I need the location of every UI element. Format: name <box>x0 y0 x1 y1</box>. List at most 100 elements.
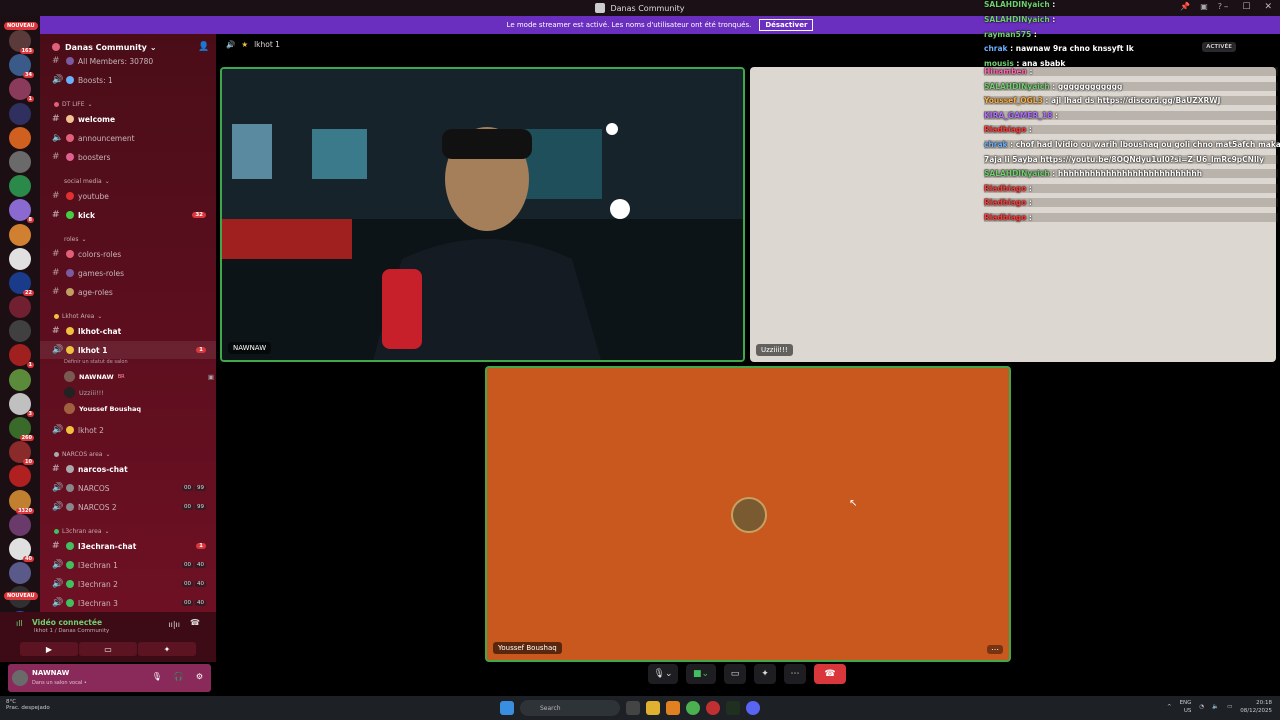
category-dt-life[interactable]: DT LIFE ⌄ <box>54 101 93 108</box>
server-icon[interactable] <box>9 465 31 488</box>
screen-share-button[interactable]: ▭ <box>724 664 746 684</box>
voice-member[interactable]: NAWNAW BR ▣ <box>64 371 214 382</box>
server-icon[interactable]: 10 <box>9 441 34 466</box>
star-icon: ★ <box>241 40 249 49</box>
server-icon[interactable] <box>9 223 31 246</box>
server-icon[interactable]: 3 <box>9 392 34 417</box>
server-icon[interactable]: 1 <box>9 78 34 103</box>
gear-icon[interactable]: ⚙ <box>196 672 203 681</box>
video-tile-youssef[interactable]: ↖ Youssef Boushaq ⋯ <box>485 366 1011 662</box>
category-roles[interactable]: roles ⌄ <box>64 236 87 243</box>
category-lkhot-area[interactable]: Lkhot Area ⌄ <box>54 313 102 320</box>
channel-announcement[interactable]: 🔈 announcement <box>40 129 216 147</box>
channel-games-roles[interactable]: # games-roles <box>40 264 216 282</box>
server-icon[interactable]: 163 <box>9 30 34 54</box>
more-button[interactable]: ⋯ <box>784 664 806 684</box>
pin-icon[interactable]: 📌 <box>1180 2 1190 11</box>
channel-narcos[interactable]: 🔊 NARCOS 00 99 <box>40 479 216 497</box>
category-narcos[interactable]: NARCOS area ⌄ <box>54 451 111 458</box>
channel-l3echran-3[interactable]: 🔊 l3echran 3 00 40 <box>40 594 216 612</box>
inbox-icon[interactable]: ▣ <box>1200 2 1208 11</box>
battery-icon[interactable]: ▭ <box>1227 704 1232 710</box>
channel-narcos-chat[interactable]: # narcos-chat <box>40 460 216 478</box>
chevron-up-icon[interactable]: ^ <box>1167 704 1172 710</box>
taskbar-search[interactable]: Search <box>520 700 620 716</box>
activities-button[interactable]: ✦ <box>754 664 776 684</box>
server-icon[interactable] <box>9 320 31 343</box>
discord-icon[interactable] <box>746 701 760 715</box>
activities-button[interactable]: ✦ <box>138 642 196 656</box>
invite-icon[interactable]: 👤 <box>198 42 209 52</box>
server-icon[interactable]: 3320 <box>9 489 34 514</box>
category-l3chran[interactable]: L3chran area ⌄ <box>54 528 110 535</box>
camera-button[interactable]: ▶ <box>20 642 78 656</box>
channel-age-roles[interactable]: # age-roles <box>40 283 216 301</box>
server-icon[interactable]: 34 <box>9 54 34 79</box>
browser-icon[interactable] <box>706 701 720 715</box>
channel-l3echran-2[interactable]: 🔊 l3echran 2 00 40 <box>40 575 216 593</box>
video-tile-nawnaw[interactable]: NAWNAW <box>220 67 745 362</box>
category-social-media[interactable]: social media ⌄ <box>64 178 110 185</box>
server-icon[interactable] <box>9 150 31 173</box>
terminal-icon[interactable] <box>726 701 740 715</box>
disable-streamer-button[interactable]: Désactiver <box>759 19 814 31</box>
set-channel-status[interactable]: Définir un statut de salon <box>64 359 128 365</box>
mention-badge: 1 <box>26 96 34 103</box>
disconnect-icon[interactable]: ☎ <box>190 618 200 627</box>
server-icon[interactable]: 1 <box>9 344 34 369</box>
server-icon[interactable]: 40 <box>9 537 34 562</box>
server-icon[interactable] <box>9 175 31 198</box>
voice-member[interactable]: Uzziii!!! <box>64 387 214 398</box>
channel-boosters[interactable]: # boosters <box>40 148 216 166</box>
clock[interactable]: 20:18 08/12/2025 <box>1240 699 1272 715</box>
channel-all-members[interactable]: # All Members: 30780 <box>40 52 216 70</box>
voice-channel-path[interactable]: lkhot 1 / Danas Community <box>34 628 109 634</box>
server-icon[interactable] <box>9 102 31 125</box>
mention-badge: 260 <box>19 435 34 441</box>
channel-kick[interactable]: # kick 32 <box>40 206 216 224</box>
wifi-icon[interactable]: ◔ <box>1199 704 1204 710</box>
channel-narcos-2[interactable]: 🔊 NARCOS 2 00 99 <box>40 498 216 516</box>
microphone-button[interactable]: 🎙⌄ <box>648 664 678 684</box>
chat-text: : nawnaw 9ra chno knssyft lk <box>1007 44 1134 54</box>
app-icon[interactable] <box>666 701 680 715</box>
voice-member[interactable]: Youssef Boushaq <box>64 403 214 414</box>
server-icon[interactable] <box>9 126 31 149</box>
server-icon[interactable] <box>9 562 31 585</box>
language-indicator[interactable]: ENG US <box>1180 699 1192 715</box>
header-toolbar: 📌 ▣ ? <box>1180 2 1222 11</box>
chrome-icon[interactable] <box>686 701 700 715</box>
channel-lkhot-2[interactable]: 🔊 lkhot 2 <box>40 421 216 439</box>
camera-button[interactable]: ■⌄ <box>686 664 716 684</box>
channel-l3echran-chat[interactable]: # l3echran-chat 1 <box>40 537 216 555</box>
channel-lkhot-chat[interactable]: # lkhot-chat <box>40 322 216 340</box>
help-icon[interactable]: ? <box>1218 2 1222 11</box>
volume-icon[interactable]: 🔈 <box>1212 704 1219 710</box>
signal-icon[interactable]: ıll <box>16 619 23 628</box>
headphones-icon[interactable]: 🎧 <box>174 672 184 681</box>
server-icon[interactable]: 260 <box>9 417 34 441</box>
server-icon[interactable] <box>9 296 31 319</box>
weather-widget[interactable]: 8°C Prac. despejado <box>6 699 50 711</box>
file-explorer-icon[interactable] <box>646 701 660 715</box>
channel-l3echran-1[interactable]: 🔊 l3echran 1 00 40 <box>40 556 216 574</box>
noise-icon[interactable]: ıı|ıı <box>168 620 180 629</box>
hangup-button[interactable]: ☎ <box>814 664 846 684</box>
avatar[interactable] <box>12 670 28 686</box>
channel-lkhot-1[interactable]: 🔊 lkhot 11 <box>40 341 216 359</box>
screen-share-button[interactable]: ▭ <box>79 642 137 656</box>
server-icon[interactable]: 8 <box>9 199 34 224</box>
server-icon[interactable] <box>9 247 31 270</box>
channel-welcome[interactable]: # welcome <box>40 110 216 128</box>
microphone-icon[interactable]: 🎙 <box>152 672 162 681</box>
channel-boosts[interactable]: 🔊 Boosts: 1 <box>40 71 216 89</box>
channel-youtube[interactable]: # youtube <box>40 187 216 205</box>
chat-message: SALAHDINyaich : gggggggggggg <box>984 81 1278 91</box>
channel-colors-roles[interactable]: # colors-roles <box>40 245 216 263</box>
start-icon[interactable] <box>500 701 514 715</box>
more-options-button[interactable]: ⋯ <box>987 645 1003 654</box>
server-icon[interactable] <box>9 513 31 536</box>
server-icon[interactable] <box>9 368 31 391</box>
server-icon[interactable]: 22 <box>9 271 34 296</box>
task-view-icon[interactable] <box>626 701 640 715</box>
